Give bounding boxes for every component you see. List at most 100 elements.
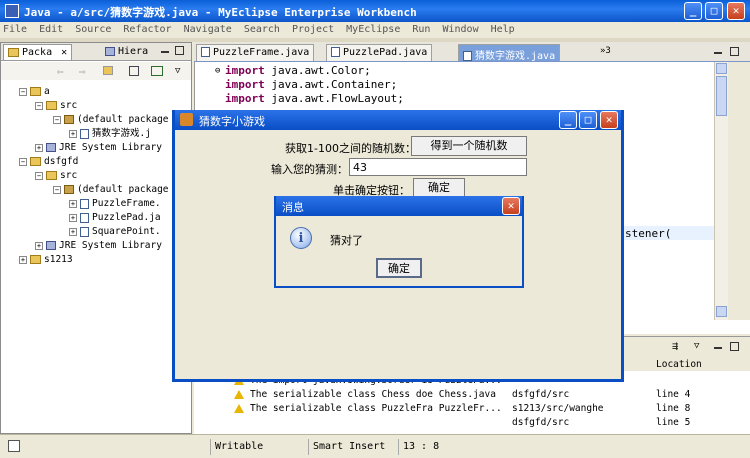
fold-marker-icon[interactable]: ⊖ [215,66,220,76]
tree-item-default-package-dsfgfd[interactable]: − (default package [53,183,169,196]
collapse-icon[interactable]: − [53,115,61,124]
collapse-icon[interactable]: − [35,171,43,180]
tree-item-src-dsfgfd[interactable]: − src [35,169,77,182]
expand-icon[interactable]: + [19,255,27,264]
get-random-number-button[interactable]: 得到一个随机数 [411,136,527,156]
close-button[interactable]: ✕ [727,2,745,20]
tab-label: PuzzlePad.java [343,47,428,58]
tab-package-explorer[interactable]: Packa ✕ [3,44,73,60]
forward-arrow-icon[interactable]: ⇨ [79,65,86,78]
expand-icon[interactable]: + [69,129,77,138]
game-maximize-button[interactable]: □ [579,111,597,129]
warning-icon [234,404,244,413]
minimize-editor-icon[interactable] [714,52,722,54]
expand-icon[interactable]: + [35,241,43,250]
tree-item-guess-game-java[interactable]: + 猜数字游戏.j [69,127,151,140]
menu-file[interactable]: File [0,22,30,38]
menu-myeclipse[interactable]: MyEclipse [343,22,403,38]
game-close-button[interactable]: ✕ [600,111,618,129]
scroll-up-icon[interactable] [716,63,727,74]
menu-edit[interactable]: Edit [36,22,66,38]
message-ok-button[interactable]: 确定 [376,258,422,278]
problem-location: line 8 [656,403,691,414]
tree-item-src-a[interactable]: − src [35,99,77,112]
view-menu-icon[interactable]: ▽ [694,341,699,351]
collapse-icon[interactable]: − [19,157,27,166]
view-menu-icon[interactable]: ▽ [175,66,180,76]
menu-search[interactable]: Search [241,22,283,38]
back-arrow-icon[interactable]: ⇦ [57,65,64,78]
minimize-view-icon[interactable] [161,51,169,53]
message-close-button[interactable]: ✕ [502,197,520,215]
collapse-icon[interactable]: − [19,87,27,96]
library-icon [46,241,56,250]
keyword: import [225,64,265,77]
collapse-icon[interactable]: − [35,101,43,110]
menu-run[interactable]: Run [409,22,433,38]
maximize-button[interactable]: □ [705,2,723,20]
tree-item-project-a[interactable]: − a [19,85,50,98]
tree-item-label: JRE System Library [59,142,162,153]
tree-item-jre-library-a[interactable]: + JRE System Library [35,141,162,154]
minimize-view-icon[interactable] [714,347,722,349]
tree-item-jre-library-dsfgfd[interactable]: + JRE System Library [35,239,162,252]
tree-item-label: PuzzleFrame. [92,198,161,209]
library-icon [46,143,56,152]
expand-icon[interactable]: + [69,213,77,222]
tab-hierarchy[interactable]: Hiera [101,44,152,60]
tree-item-project-s1213[interactable]: + s1213 [19,253,73,266]
window-title: Java - a/src/猜数字游戏.java - MyEclipse Ente… [24,6,417,19]
package-icon [64,185,74,194]
minimize-button[interactable]: _ [684,2,702,20]
tree-item-squarepoint[interactable]: + SquarePoint. [69,225,161,238]
problem-row[interactable]: The serializable class PuzzleFra PuzzleF… [234,403,502,414]
expand-icon[interactable]: + [69,199,77,208]
expand-icon[interactable]: + [69,227,77,236]
game-minimize-button[interactable]: _ [559,111,577,129]
menu-navigate[interactable]: Navigate [181,22,235,38]
tab-puzzlepad[interactable]: PuzzlePad.java [326,44,433,61]
scroll-thumb[interactable] [716,76,727,116]
tab-guess-game[interactable]: 猜数字游戏.java [458,44,561,62]
collapse-all-icon[interactable] [129,66,139,76]
editor-overflow-indicator[interactable]: »3 [600,46,611,56]
tree-item-label: s1213 [44,254,73,265]
maximize-view-icon[interactable] [175,46,184,55]
problem-description: The serializable class PuzzleFra [250,403,434,414]
filter-icon[interactable]: ⇶ [672,341,678,352]
close-tab-icon[interactable]: ✕ [61,47,67,58]
menu-window[interactable]: Window [439,22,481,38]
problem-location: line 4 [656,389,691,400]
tab-puzzleframe[interactable]: PuzzleFrame.java [196,44,315,61]
problem-row[interactable]: The serializable class Chess doe Chess.j… [234,389,496,400]
tree-item-label: PuzzlePad.ja [92,212,161,223]
hierarchy-icon [105,46,115,56]
up-folder-icon[interactable] [103,66,113,75]
problem-resource: PuzzleFr... [438,403,502,414]
fast-view-icon[interactable] [8,440,20,452]
tree-item-puzzlepad[interactable]: + PuzzlePad.ja [69,211,161,224]
guess-input[interactable]: 43 [349,158,527,176]
column-header-location[interactable]: Location [656,359,702,370]
editor-scrollbar[interactable] [714,62,728,320]
java-file-icon [80,212,89,223]
tree-item-default-package-a[interactable]: − (default package [53,113,169,126]
left-panel-tabs: Packa ✕ Hiera [1,43,191,61]
package-icon [64,115,74,124]
maximize-editor-icon[interactable] [730,47,739,56]
expand-icon[interactable]: + [35,143,43,152]
tree-item-puzzleframe[interactable]: + PuzzleFrame. [69,197,161,210]
scroll-down-icon[interactable] [716,306,727,317]
tree-item-project-dsfgfd[interactable]: − dsfgfd [19,155,78,168]
collapse-icon[interactable]: − [53,185,61,194]
menu-project[interactable]: Project [289,22,337,38]
package-explorer: Packa ✕ Hiera ⇦ ⇨ ▽ − a − src − (default pa… [0,42,192,434]
guess-label: 输入您的猜测： [271,163,348,176]
maximize-view-icon[interactable] [730,342,739,351]
menu-refactor[interactable]: Refactor [120,22,174,38]
confirm-button[interactable]: 确定 [413,178,465,198]
menu-source[interactable]: Source [72,22,114,38]
link-editor-icon[interactable] [151,66,163,76]
problem-description: The serializable class Chess doe [250,389,434,400]
menu-help[interactable]: Help [488,22,518,38]
